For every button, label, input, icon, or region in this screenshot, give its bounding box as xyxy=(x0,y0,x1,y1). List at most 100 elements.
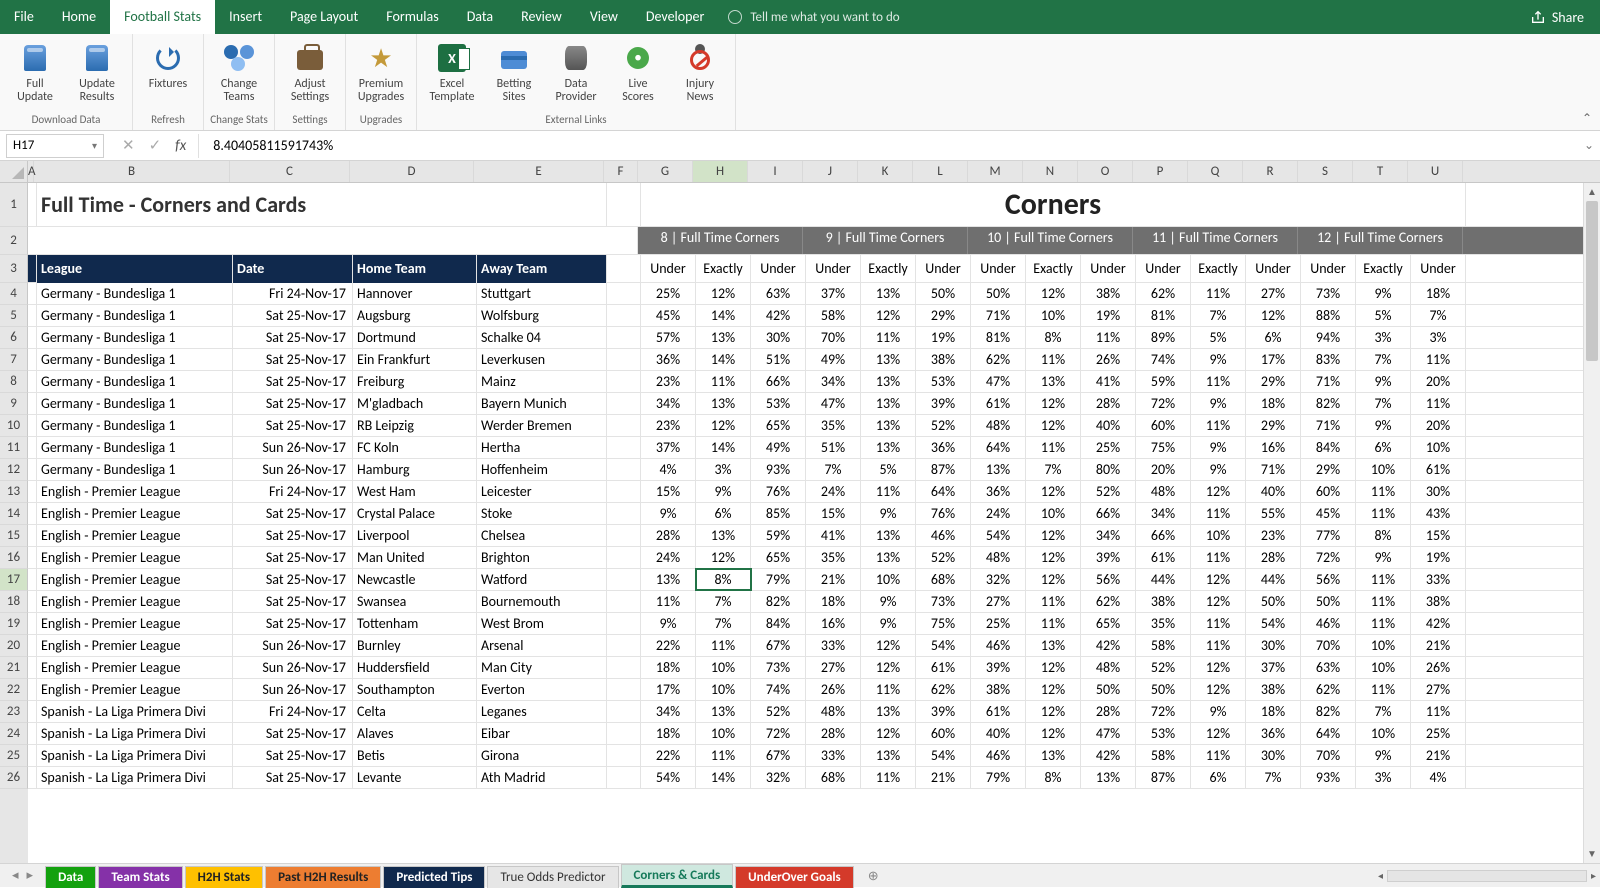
update-results-button[interactable]: UpdateResults xyxy=(68,38,126,106)
change-teams-button[interactable]: ChangeTeams xyxy=(210,38,268,106)
ribbon-tab-home[interactable]: Home xyxy=(48,0,110,34)
fx-icon[interactable]: fx xyxy=(175,137,186,155)
row-header-6[interactable]: 6 xyxy=(0,327,28,349)
ribbon-collapse-icon[interactable]: ⌃ xyxy=(1582,111,1592,126)
injury-news-button[interactable]: InjuryNews xyxy=(671,38,729,106)
table-row[interactable]: Germany - Bundesliga 1Sun 26-Nov-17Hambu… xyxy=(28,459,1600,481)
row-header-7[interactable]: 7 xyxy=(0,349,28,371)
row-header-23[interactable]: 23 xyxy=(0,701,28,723)
row-header-25[interactable]: 25 xyxy=(0,745,28,767)
table-row[interactable]: English - Premier LeagueSun 26-Nov-17Sou… xyxy=(28,679,1600,701)
table-row[interactable]: Germany - Bundesliga 1Fri 24-Nov-17Hanno… xyxy=(28,283,1600,305)
column-header-U[interactable]: U xyxy=(1408,161,1463,182)
row-header-22[interactable]: 22 xyxy=(0,679,28,701)
scroll-down-icon[interactable]: ▼ xyxy=(1584,845,1600,863)
table-row[interactable]: Germany - Bundesliga 1Sun 26-Nov-17FC Ko… xyxy=(28,437,1600,459)
row-header-26[interactable]: 26 xyxy=(0,767,28,789)
table-row[interactable]: English - Premier LeagueSat 25-Nov-17Swa… xyxy=(28,591,1600,613)
table-row[interactable]: English - Premier LeagueFri 24-Nov-17Wes… xyxy=(28,481,1600,503)
table-row[interactable]: Germany - Bundesliga 1Sat 25-Nov-17Freib… xyxy=(28,371,1600,393)
fixtures-button[interactable]: Fixtures xyxy=(139,38,197,93)
scroll-thumb[interactable] xyxy=(1586,201,1598,361)
table-row[interactable]: Germany - Bundesliga 1Sat 25-Nov-17Dortm… xyxy=(28,327,1600,349)
row-header-3[interactable]: 3 xyxy=(0,255,28,283)
table-row[interactable]: Spanish - La Liga Primera DiviFri 24-Nov… xyxy=(28,701,1600,723)
row-header-13[interactable]: 13 xyxy=(0,481,28,503)
share-button[interactable]: Share xyxy=(1514,9,1600,26)
column-header-I[interactable]: I xyxy=(748,161,803,182)
row-header-5[interactable]: 5 xyxy=(0,305,28,327)
ribbon-tab-view[interactable]: View xyxy=(576,0,632,34)
live-scores-button[interactable]: ●LiveScores xyxy=(609,38,667,106)
table-row[interactable]: English - Premier LeagueSat 25-Nov-17Liv… xyxy=(28,525,1600,547)
row-header-9[interactable]: 9 xyxy=(0,393,28,415)
sheet-tab-true-odds-predictor[interactable]: True Odds Predictor xyxy=(487,866,618,888)
name-box-caret-icon[interactable]: ▾ xyxy=(92,139,97,152)
scroll-up-icon[interactable]: ▲ xyxy=(1584,183,1600,201)
table-row[interactable]: Germany - Bundesliga 1Sat 25-Nov-17RB Le… xyxy=(28,415,1600,437)
table-row[interactable]: English - Premier LeagueSat 25-Nov-17New… xyxy=(28,569,1600,591)
row-header-20[interactable]: 20 xyxy=(0,635,28,657)
adjust-settings-button[interactable]: AdjustSettings xyxy=(281,38,339,106)
column-header-G[interactable]: G xyxy=(638,161,693,182)
row-header-17[interactable]: 17 xyxy=(0,569,28,591)
row-header-18[interactable]: 18 xyxy=(0,591,28,613)
premium-upgrades-button[interactable]: ★PremiumUpgrades xyxy=(352,38,410,106)
vertical-scrollbar[interactable]: ▲ ▼ xyxy=(1583,183,1600,863)
column-header-K[interactable]: K xyxy=(858,161,913,182)
column-header-J[interactable]: J xyxy=(803,161,858,182)
ribbon-tab-football-stats[interactable]: Football Stats xyxy=(110,0,215,34)
row-header-24[interactable]: 24 xyxy=(0,723,28,745)
table-row[interactable]: Spanish - La Liga Primera DiviSat 25-Nov… xyxy=(28,767,1600,789)
column-header-H[interactable]: H xyxy=(693,161,748,182)
formula-input[interactable]: 8.40405811591743% xyxy=(199,134,1578,158)
row-header-19[interactable]: 19 xyxy=(0,613,28,635)
ribbon-tab-data[interactable]: Data xyxy=(453,0,507,34)
ribbon-tab-page-layout[interactable]: Page Layout xyxy=(276,0,372,34)
row-header-1[interactable]: 1 xyxy=(0,183,28,227)
full-update-button[interactable]: FullUpdate xyxy=(6,38,64,106)
row-header-16[interactable]: 16 xyxy=(0,547,28,569)
ribbon-tab-insert[interactable]: Insert xyxy=(215,0,276,34)
cells-area[interactable]: Full Time - Corners and CardsCorners8 | … xyxy=(28,183,1600,863)
add-sheet-button[interactable]: ⊕ xyxy=(856,866,882,888)
ribbon-tab-formulas[interactable]: Formulas xyxy=(372,0,452,34)
column-header-B[interactable]: B xyxy=(34,161,230,182)
column-header-F[interactable]: F xyxy=(604,161,638,182)
column-header-D[interactable]: D xyxy=(350,161,474,182)
sheet-nav[interactable]: ◂▸ xyxy=(0,864,45,887)
ribbon-tab-file[interactable]: File xyxy=(0,0,48,34)
column-header-R[interactable]: R xyxy=(1243,161,1298,182)
name-box[interactable]: H17 ▾ xyxy=(6,134,104,158)
column-header-E[interactable]: E xyxy=(474,161,604,182)
column-header-N[interactable]: N xyxy=(1023,161,1078,182)
formula-accept-icon[interactable]: ✓ xyxy=(149,136,162,155)
table-row[interactable]: English - Premier LeagueSun 26-Nov-17Hud… xyxy=(28,657,1600,679)
column-header-M[interactable]: M xyxy=(968,161,1023,182)
formula-bar-expand-icon[interactable]: ⌄ xyxy=(1578,138,1600,153)
table-row[interactable]: Germany - Bundesliga 1Sat 25-Nov-17M'gla… xyxy=(28,393,1600,415)
formula-cancel-icon[interactable]: ✕ xyxy=(122,136,135,155)
table-row[interactable]: English - Premier LeagueSun 26-Nov-17Bur… xyxy=(28,635,1600,657)
data-provider-button[interactable]: DataProvider xyxy=(547,38,605,106)
row-header-14[interactable]: 14 xyxy=(0,503,28,525)
row-header-15[interactable]: 15 xyxy=(0,525,28,547)
ribbon-tab-review[interactable]: Review xyxy=(507,0,576,34)
column-header-T[interactable]: T xyxy=(1353,161,1408,182)
row-header-10[interactable]: 10 xyxy=(0,415,28,437)
column-header-P[interactable]: P xyxy=(1133,161,1188,182)
sheet-tab-underover-goals[interactable]: UnderOver Goals xyxy=(735,866,854,888)
horizontal-scrollbar[interactable]: ◂▸ xyxy=(884,864,1600,887)
row-header-2[interactable]: 2 xyxy=(0,227,28,255)
table-row[interactable]: Spanish - La Liga Primera DiviSat 25-Nov… xyxy=(28,723,1600,745)
betting-sites-button[interactable]: BettingSites xyxy=(485,38,543,106)
sheet-tab-corners-cards[interactable]: Corners & Cards xyxy=(621,864,734,888)
table-row[interactable]: Germany - Bundesliga 1Sat 25-Nov-17Augsb… xyxy=(28,305,1600,327)
table-row[interactable]: Germany - Bundesliga 1Sat 25-Nov-17Ein F… xyxy=(28,349,1600,371)
column-header-O[interactable]: O xyxy=(1078,161,1133,182)
column-header-L[interactable]: L xyxy=(913,161,968,182)
row-header-21[interactable]: 21 xyxy=(0,657,28,679)
sheet-tab-predicted-tips[interactable]: Predicted Tips xyxy=(383,866,485,888)
tell-me-search[interactable]: Tell me what you want to do xyxy=(728,10,899,25)
table-row[interactable]: Spanish - La Liga Primera DiviSat 25-Nov… xyxy=(28,745,1600,767)
